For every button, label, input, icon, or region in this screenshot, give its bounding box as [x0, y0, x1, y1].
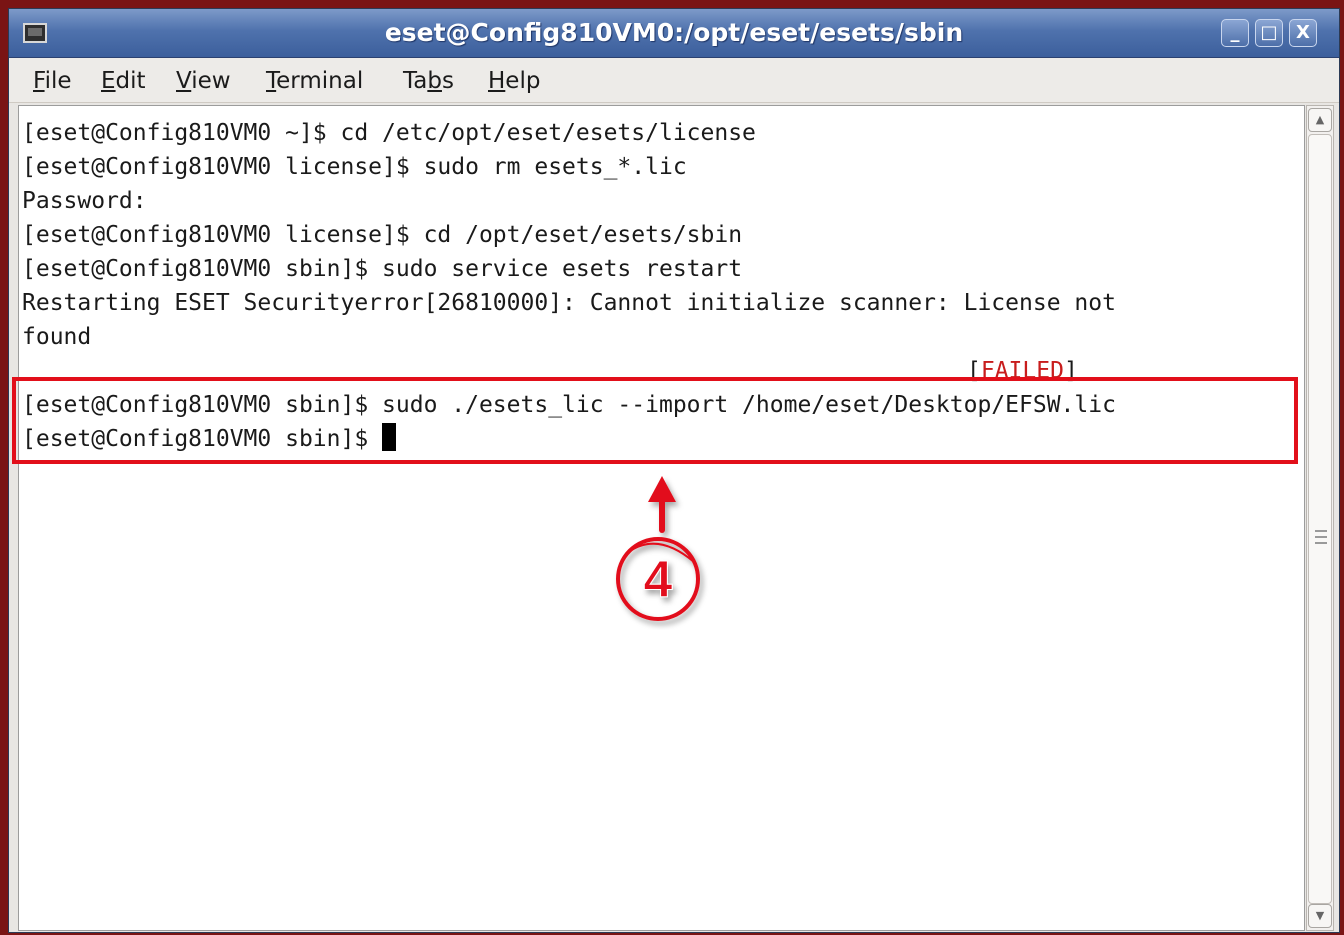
- menu-tabs[interactable]: Tabs: [403, 68, 454, 94]
- menu-edit[interactable]: Edit: [101, 68, 146, 94]
- scroll-up-button[interactable]: ▲: [1308, 108, 1332, 132]
- terminal-line: [eset@Config810VM0 license]$ cd /opt/ese…: [22, 222, 743, 248]
- close-button[interactable]: X: [1289, 19, 1317, 47]
- terminal-line: Password:: [22, 188, 147, 214]
- terminal-line: [eset@Config810VM0 sbin]$ sudo service e…: [22, 256, 743, 282]
- terminal-line: [eset@Config810VM0 ~]$ cd /etc/opt/eset/…: [22, 120, 756, 146]
- menu-view[interactable]: View: [176, 68, 231, 94]
- maximize-button[interactable]: □: [1255, 19, 1283, 47]
- menu-bar: File Edit View Terminal Tabs Help: [9, 58, 1339, 103]
- menu-file[interactable]: File: [33, 68, 72, 94]
- terminal-line: found: [22, 324, 92, 350]
- minimize-button[interactable]: _: [1221, 19, 1249, 47]
- menu-terminal[interactable]: Terminal: [266, 68, 363, 94]
- menu-help[interactable]: Help: [488, 68, 540, 94]
- terminal-line: [eset@Config810VM0 license]$ sudo rm ese…: [22, 154, 687, 180]
- grip-icon: [1315, 530, 1327, 544]
- title-bar[interactable]: eset@Config810VM0:/opt/eset/esets/sbin _…: [9, 9, 1339, 58]
- scroll-thumb[interactable]: [1308, 134, 1332, 904]
- terminal-line: Restarting ESET Securityerror[26810000]:…: [22, 290, 1116, 316]
- window-title: eset@Config810VM0:/opt/eset/esets/sbin: [384, 18, 964, 47]
- scroll-down-button[interactable]: ▼: [1308, 904, 1332, 928]
- arrow-head-icon: [648, 476, 676, 502]
- highlight-annotation-box: [12, 377, 1298, 464]
- step-number: 4: [644, 551, 673, 609]
- vertical-scrollbar[interactable]: ▲ ▼: [1306, 105, 1334, 931]
- step-annotation: 4: [616, 476, 700, 621]
